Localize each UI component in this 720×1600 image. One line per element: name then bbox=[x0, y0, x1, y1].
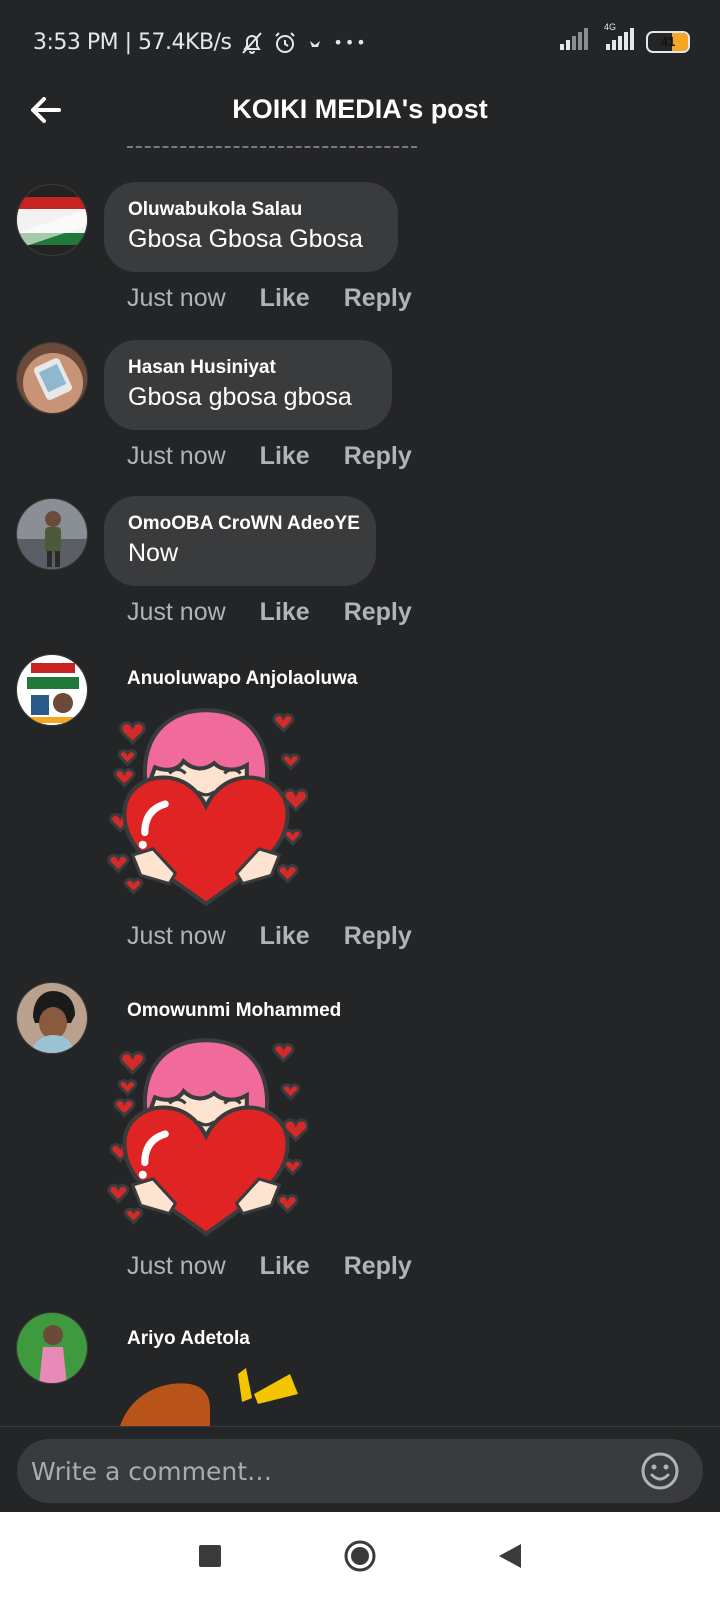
app-notification-icon bbox=[307, 35, 323, 51]
recents-square-icon[interactable] bbox=[190, 1536, 230, 1576]
home-circle-icon[interactable] bbox=[340, 1536, 380, 1576]
comment-text: Gbosa gbosa gbosa bbox=[128, 383, 352, 411]
back-triangle-icon[interactable] bbox=[490, 1536, 530, 1576]
comment-composer bbox=[0, 1426, 720, 1512]
comment-author[interactable]: Omowunmi Mohammed bbox=[127, 1000, 341, 1022]
comment-actions: Just now Like Reply bbox=[127, 284, 412, 313]
smiley-icon[interactable] bbox=[640, 1451, 680, 1491]
comment-author[interactable]: Anuoluwapo Anjolaoluwa bbox=[127, 668, 357, 690]
comment-time: Just now bbox=[127, 442, 226, 470]
heart-hug-sticker[interactable] bbox=[104, 702, 308, 906]
comment-author[interactable]: Ariyo Adetola bbox=[127, 1328, 250, 1350]
comment-bubble[interactable]: Hasan Husiniyat Gbosa gbosa gbosa bbox=[104, 340, 392, 430]
reply-button[interactable]: Reply bbox=[344, 284, 412, 313]
more-notifications-icon: ••• bbox=[333, 33, 368, 52]
comment-actions: Just now Like Reply bbox=[127, 1252, 412, 1281]
comment-text: Gbosa Gbosa Gbosa bbox=[128, 225, 363, 253]
alarm-icon bbox=[273, 31, 297, 55]
comment-time: Just now bbox=[127, 922, 226, 950]
comment-time: Just now bbox=[127, 284, 226, 312]
like-button[interactable]: Like bbox=[260, 922, 310, 951]
comment-input[interactable] bbox=[17, 1439, 703, 1503]
bell-off-icon bbox=[241, 31, 263, 55]
heart-hug-sticker[interactable] bbox=[104, 1032, 308, 1236]
comment-time: Just now bbox=[127, 598, 226, 626]
comment-actions: Just now Like Reply bbox=[127, 442, 412, 471]
avatar[interactable] bbox=[16, 982, 88, 1054]
page-title: KOIKI MEDIA's post bbox=[232, 94, 488, 124]
status-time-speed: 3:53 PM | 57.4KB/s bbox=[33, 30, 232, 55]
post-header: KOIKI MEDIA's post bbox=[0, 84, 720, 146]
status-bar: 3:53 PM | 57.4KB/s ••• 4G 41 bbox=[0, 0, 720, 84]
reply-button[interactable]: Reply bbox=[344, 442, 412, 471]
partial-sticker[interactable] bbox=[104, 1364, 304, 1426]
system-nav-bar bbox=[0, 1512, 720, 1600]
signal-4g-icon: 4G bbox=[600, 22, 634, 55]
battery-icon: 41 bbox=[646, 30, 690, 53]
like-button[interactable]: Like bbox=[260, 598, 310, 627]
like-button[interactable]: Like bbox=[260, 284, 310, 313]
like-button[interactable]: Like bbox=[260, 442, 310, 471]
avatar[interactable] bbox=[16, 184, 88, 256]
comment-actions: Just now Like Reply bbox=[127, 598, 412, 627]
battery-level: 41 bbox=[660, 34, 676, 49]
status-left: 3:53 PM | 57.4KB/s ••• bbox=[33, 30, 368, 55]
previous-comment-actions-fragment bbox=[127, 146, 417, 152]
avatar[interactable] bbox=[16, 1312, 88, 1384]
comments-list[interactable]: Oluwabukola Salau Gbosa Gbosa Gbosa Just… bbox=[0, 146, 720, 1426]
reply-button[interactable]: Reply bbox=[344, 922, 412, 951]
status-right: 4G 41 bbox=[560, 22, 690, 55]
signal-icon bbox=[560, 28, 588, 55]
reply-button[interactable]: Reply bbox=[344, 1252, 412, 1281]
avatar[interactable] bbox=[16, 342, 88, 414]
comment-actions: Just now Like Reply bbox=[127, 922, 412, 951]
comment-author[interactable]: Oluwabukola Salau bbox=[128, 198, 374, 222]
comment-time: Just now bbox=[127, 1252, 226, 1280]
reply-button[interactable]: Reply bbox=[344, 598, 412, 627]
comment-bubble[interactable]: Oluwabukola Salau Gbosa Gbosa Gbosa bbox=[104, 182, 398, 272]
comment-author[interactable]: OmoOBA CroWN AdeoYE bbox=[128, 512, 360, 536]
comment-author[interactable]: Hasan Husiniyat bbox=[128, 356, 368, 380]
avatar[interactable] bbox=[16, 654, 88, 726]
comment-text: Now bbox=[128, 539, 179, 567]
comment-bubble[interactable]: OmoOBA CroWN AdeoYE Now bbox=[104, 496, 376, 586]
avatar[interactable] bbox=[16, 498, 88, 570]
like-button[interactable]: Like bbox=[260, 1252, 310, 1281]
